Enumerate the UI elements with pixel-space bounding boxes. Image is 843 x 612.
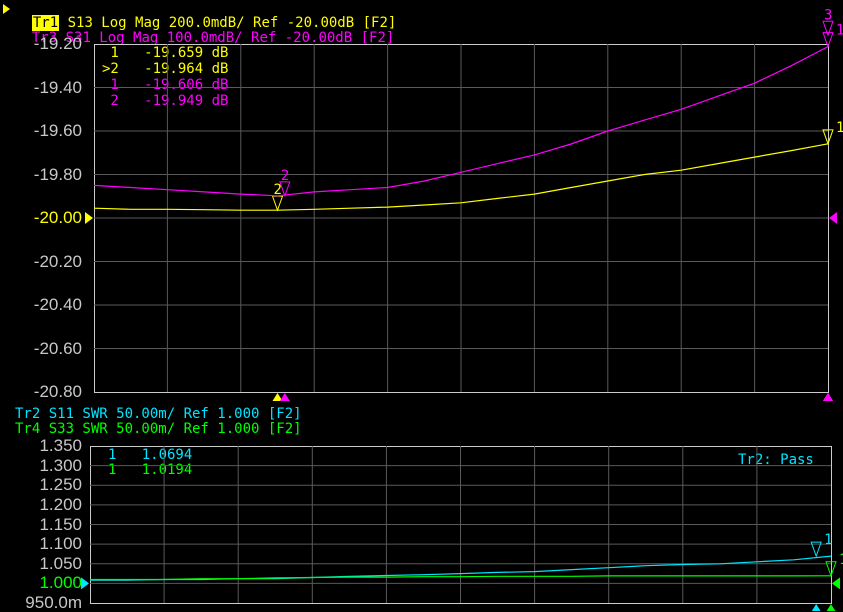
marker-label: 2 bbox=[281, 168, 289, 184]
ref-level-left-icon bbox=[81, 577, 89, 590]
marker-position-icon bbox=[826, 604, 836, 611]
marker-2-icon bbox=[271, 195, 284, 212]
plot-canvas: 1212311 bbox=[81, 7, 843, 611]
marker-3-icon bbox=[822, 20, 834, 37]
marker-label: 1 bbox=[824, 532, 832, 548]
marker-label: 1 bbox=[836, 120, 843, 136]
marker-position-icon bbox=[279, 393, 290, 401]
marker-1-icon bbox=[822, 129, 834, 146]
marker-position-icon bbox=[811, 604, 821, 611]
ref-level-right-icon bbox=[829, 212, 837, 224]
ref-level-left-icon bbox=[85, 212, 93, 224]
marker-position-icon bbox=[823, 393, 833, 401]
ref-level-right-icon bbox=[832, 577, 840, 590]
marker-label: 3 bbox=[824, 7, 832, 23]
marker-label: 1 bbox=[836, 23, 843, 39]
marker-label: 1 bbox=[839, 552, 843, 568]
